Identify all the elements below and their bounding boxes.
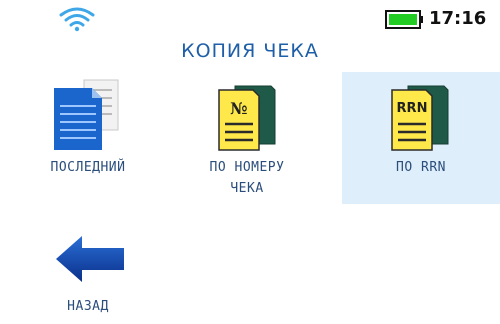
menu-item-label-line2: ЧЕКА — [230, 181, 264, 196]
menu-item-by-rrn[interactable]: RRN ПО RRN — [342, 72, 500, 204]
document-icon — [54, 79, 119, 150]
clock: 17:16 — [429, 8, 487, 29]
menu-item-label-line1: ПО НОМЕРУ — [209, 160, 285, 175]
receipt-number-sign: № — [230, 99, 247, 118]
receipt-rrn-text: RRN — [397, 101, 428, 116]
arrow-left-icon — [56, 236, 124, 282]
menu-item-label: НАЗАД — [67, 299, 109, 314]
wifi-icon — [59, 7, 95, 32]
menu-item-label: ПОСЛЕДНИЙ — [50, 160, 126, 175]
menu-item-by-number[interactable]: № ПО НОМЕРУ ЧЕКА — [171, 72, 323, 204]
back-button[interactable]: НАЗАД — [12, 216, 164, 321]
receipt-rrn-icon: RRN — [391, 85, 449, 151]
menu-item-label: ПО RRN — [396, 160, 446, 175]
battery-icon — [385, 10, 423, 29]
receipt-number-icon: № — [218, 85, 276, 151]
menu-item-last[interactable]: ПОСЛЕДНИЙ — [12, 72, 164, 204]
page-title: КОПИЯ ЧЕКА — [181, 40, 319, 62]
status-bar: 17:16 — [0, 0, 500, 38]
